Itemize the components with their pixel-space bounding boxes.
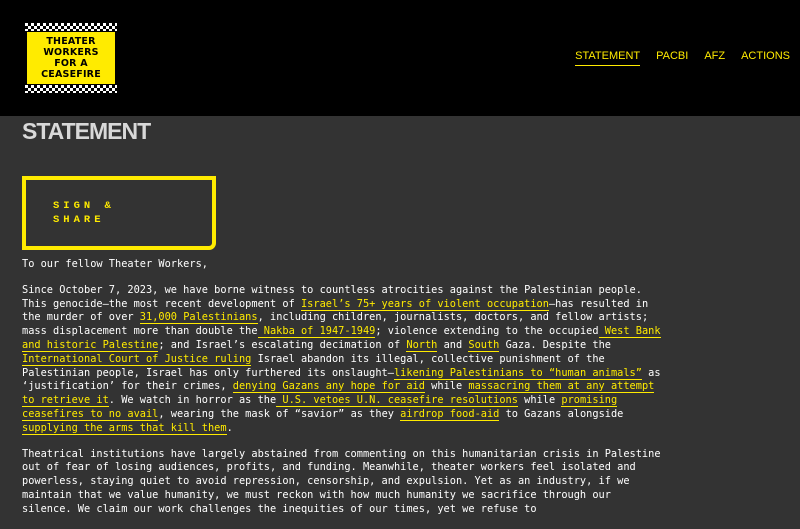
para-text: . We watch in horror as the — [108, 394, 277, 407]
para-text: while — [517, 394, 562, 407]
para-text: ; violence extending to the occupied — [375, 325, 599, 338]
logo-line: CEASEFIRE — [41, 69, 101, 80]
link-nakba[interactable]: Nakba of 1947-1949 — [257, 325, 376, 339]
logo-checker-border-bottom — [25, 85, 117, 93]
sign-share-label: SIGN & SHARE — [53, 199, 115, 227]
nav-statement[interactable]: STATEMENT — [575, 50, 641, 66]
link-arms[interactable]: supplying the arms that kill them — [22, 421, 227, 435]
logo-line: THEATER — [46, 36, 96, 47]
para-text: , wearing the mask of “savior” as they — [158, 407, 401, 420]
para-text: Gaza. Despite the — [499, 338, 611, 351]
link-north[interactable]: North — [406, 338, 438, 352]
para-text: while — [424, 380, 469, 393]
site-header: THEATER WORKERS FOR A CEASEFIRE STATEMEN… — [0, 0, 800, 116]
link-occupation[interactable]: Israel’s 75+ years of violent occupation — [300, 297, 549, 311]
site-logo[interactable]: THEATER WORKERS FOR A CEASEFIRE — [25, 23, 117, 93]
logo-line: FOR A — [54, 58, 88, 69]
nav-actions[interactable]: ACTIONS — [741, 50, 790, 66]
logo-text-box: THEATER WORKERS FOR A CEASEFIRE — [27, 32, 115, 84]
logo-checker-border-top — [25, 23, 117, 31]
para-text: ; and Israel’s escalating decimation of — [158, 338, 407, 351]
link-airdrop[interactable]: airdrop food-aid — [400, 407, 500, 421]
para-text: . — [226, 421, 233, 434]
sign-share-line2: SHARE — [53, 214, 105, 226]
page-title: STATEMENT — [22, 118, 151, 144]
link-palestinians-killed[interactable]: 31,000 Palestinians — [139, 311, 258, 325]
link-denying-aid[interactable]: denying Gazans any hope for aid — [232, 380, 425, 394]
statement-paragraph-2: Theatrical institutions have largely abs… — [22, 447, 661, 515]
greeting: To our fellow Theater Workers, — [22, 258, 208, 270]
statement-body: To our fellow Theater Workers, Since Oct… — [22, 258, 662, 529]
main-nav: STATEMENT PACBI AFZ ACTIONS — [575, 50, 790, 66]
nav-pacbi[interactable]: PACBI — [656, 50, 688, 66]
link-south[interactable]: South — [468, 338, 500, 352]
link-icj-ruling[interactable]: International Court of Justice ruling — [22, 352, 252, 366]
para-text: and — [437, 338, 469, 351]
statement-paragraph-1: Since October 7, 2023, we have borne wit… — [22, 284, 662, 436]
para-text: to Gazans alongside — [499, 407, 624, 420]
nav-afz[interactable]: AFZ — [704, 50, 725, 66]
sign-and-share-button[interactable]: SIGN & SHARE — [22, 176, 216, 250]
link-us-vetoes[interactable]: U.S. vetoes U.N. ceasefire resolutions — [276, 394, 518, 408]
logo-line: WORKERS — [43, 47, 99, 58]
link-human-animals[interactable]: likening Palestinians to “human animals” — [393, 366, 642, 380]
sign-share-line1: SIGN & — [53, 200, 115, 212]
